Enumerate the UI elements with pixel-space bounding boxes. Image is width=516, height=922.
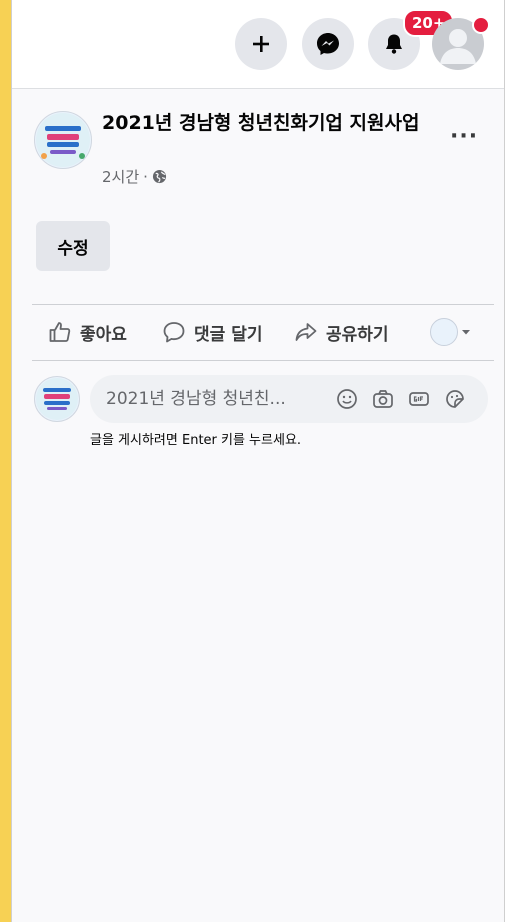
page-mini-avatar (430, 318, 458, 346)
messenger-button[interactable] (302, 18, 354, 70)
camera-icon (373, 390, 393, 408)
messenger-icon (317, 33, 339, 55)
post-title[interactable]: 2021년 경남형 청년친화기업 지원사업 (102, 110, 444, 136)
window-edge-bar (0, 0, 11, 922)
comment-composer: 2021년 경남형 청년친... (90, 375, 488, 423)
share-button[interactable]: 공유하기 (294, 318, 389, 346)
emoji-button[interactable] (336, 388, 358, 410)
meta-separator: · (143, 167, 148, 186)
like-button[interactable]: 좋아요 (48, 318, 127, 346)
page-logo-icon (36, 113, 90, 167)
bell-icon (386, 34, 402, 54)
create-button[interactable] (235, 18, 287, 70)
caret-down-icon (462, 330, 470, 335)
comment-label: 댓글 달기 (194, 324, 263, 345)
page-avatar[interactable] (34, 111, 92, 169)
sticker-icon (446, 390, 464, 408)
divider-bottom (32, 360, 494, 361)
facebook-panel: 20+ 2021년 경남형 청년친화기업 지원사업 2시간 · ··· 수정 좋… (11, 0, 505, 922)
post-as-selector[interactable] (430, 318, 472, 346)
post-meta: 2시간 · (102, 166, 167, 187)
comment-icon (163, 322, 185, 343)
commenter-avatar[interactable] (34, 376, 80, 422)
like-label: 좋아요 (80, 324, 127, 345)
plus-icon (253, 36, 269, 52)
divider-top (32, 304, 494, 305)
post-options-button[interactable]: ··· (450, 124, 478, 149)
post-time[interactable]: 2시간 (102, 166, 139, 187)
comment-button[interactable]: 댓글 달기 (162, 318, 262, 346)
gif-icon (409, 392, 429, 406)
comment-tools (336, 388, 466, 410)
gif-button[interactable] (408, 388, 430, 410)
comment-input[interactable]: 2021년 경남형 청년친... (106, 375, 336, 423)
top-navigation-bar: 20+ (12, 0, 504, 89)
thumbs-up-icon (49, 322, 71, 342)
edit-button[interactable]: 수정 (36, 221, 110, 271)
share-label: 공유하기 (326, 324, 389, 345)
share-icon (295, 323, 317, 341)
globe-icon (152, 169, 166, 184)
sticker-button[interactable] (444, 388, 466, 410)
alert-dot (472, 16, 490, 34)
page-logo-icon (36, 378, 78, 420)
enter-to-post-hint: 글을 게시하려면 Enter 키를 누르세요. (90, 433, 302, 448)
photo-button[interactable] (372, 388, 394, 410)
smiley-icon (337, 389, 357, 409)
